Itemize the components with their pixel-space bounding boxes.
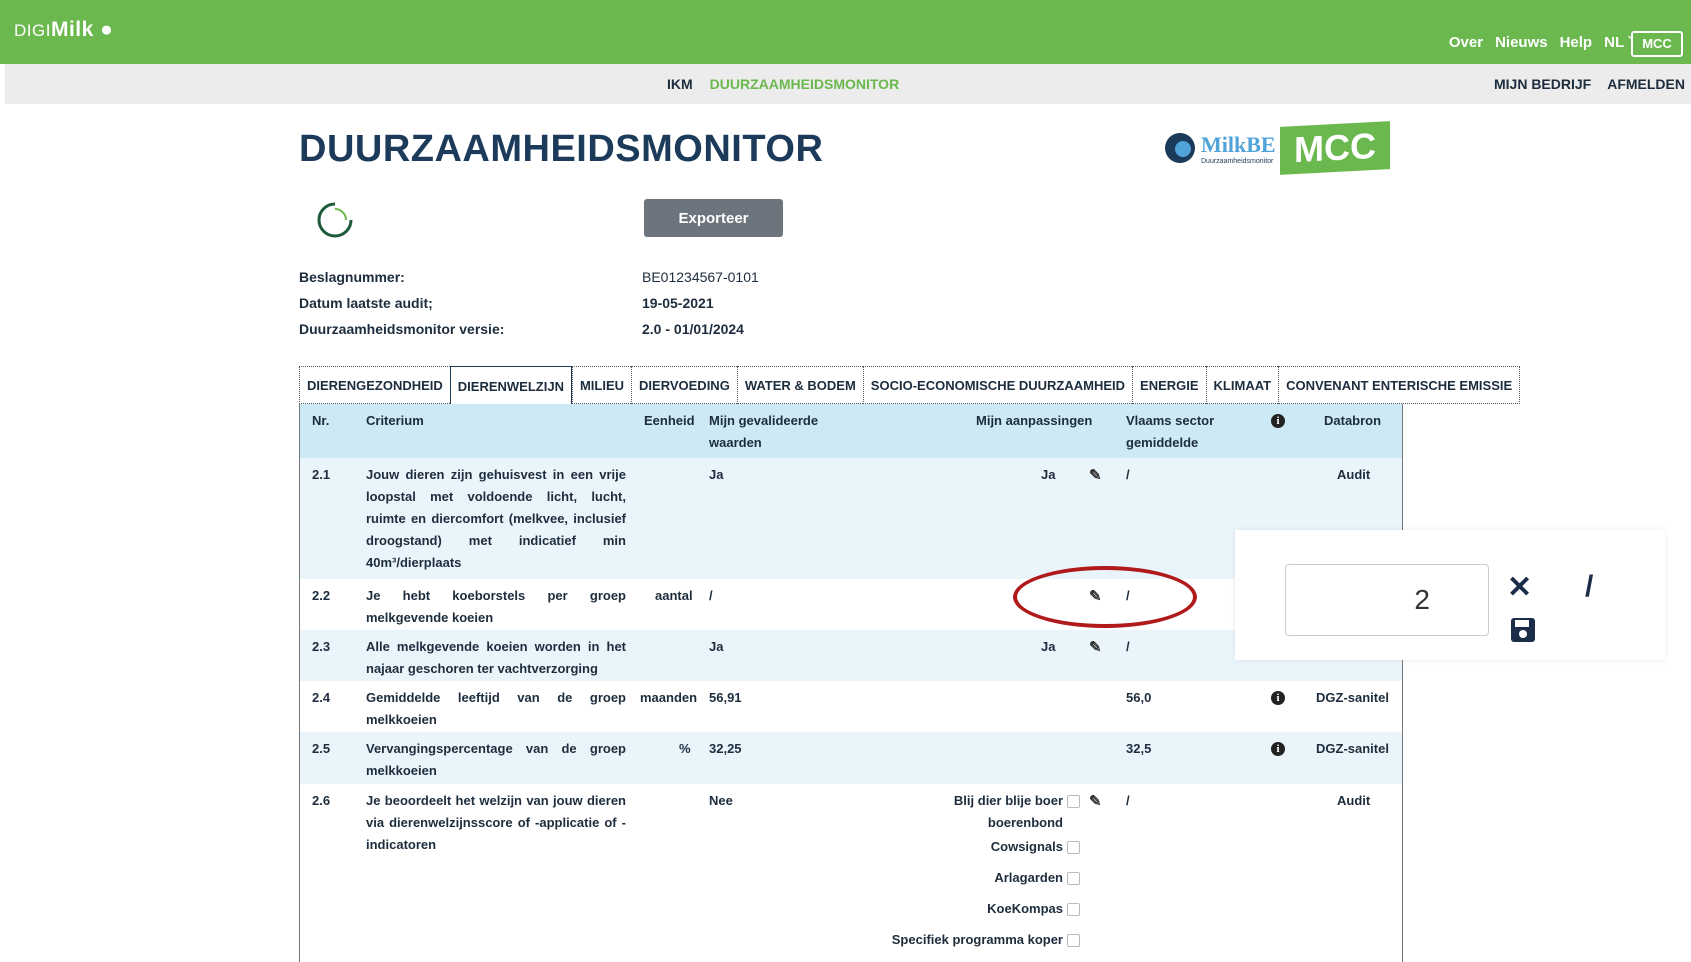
sub-navbar: IKM DUURZAAMHEIDSMONITOR MIJN BEDRIJF AF…: [5, 64, 1691, 104]
audit-date-label: Datum laatste audit;: [299, 295, 433, 311]
table-row: 2.6 Je beoordeelt het welzijn van jouw d…: [300, 784, 1402, 962]
table-header: Nr. Criterium Eenheid Mijn gevalideerde w…: [300, 404, 1402, 458]
top-nav-links: Over Nieuws Help NL ˇ: [1449, 34, 1633, 51]
header-aanpassingen: Mijn aanpassingen: [976, 413, 1093, 428]
top-navbar: DIGIMilk ● Over Nieuws Help NL ˇ MCC: [0, 0, 1691, 64]
tab-convenant[interactable]: CONVENANT ENTERISCHE EMISSIE: [1278, 366, 1521, 404]
info-icon[interactable]: i: [1271, 414, 1285, 428]
category-tabs: DIERENGEZONDHEID DIERENWELZIJN MILIEU DI…: [299, 366, 1521, 406]
milkbe-logo: MilkBE Duurzaamheidsmonitor: [1201, 131, 1276, 165]
header-criterium: Criterium: [366, 413, 424, 428]
digimilk-logo[interactable]: DIGIMilk ●: [14, 18, 113, 42]
header-eenheid: Eenheid: [644, 413, 695, 428]
header-mijn-waarden: Mijn gevalideerde waarden: [709, 413, 819, 450]
header-databron: Databron: [1324, 413, 1382, 428]
edit-pencil-icon[interactable]: ✎: [1089, 638, 1102, 656]
option-specifiek-programma: Specifiek programma koper: [860, 929, 1080, 951]
checkbox-specifiek-programma[interactable]: [1067, 934, 1080, 948]
inline-edit-popover: ✕ /: [1235, 530, 1665, 660]
cancel-x-icon[interactable]: ✕: [1507, 570, 1532, 605]
option-cowsignals: Cowsignals: [900, 836, 1080, 858]
beslagnummer-value: BE01234567-0101: [642, 269, 759, 285]
monitor-version-label: Duurzaamheidsmonitor versie:: [299, 321, 505, 337]
criteria-table: Nr. Criterium Eenheid Mijn gevalideerde w…: [299, 404, 1403, 962]
sector-value-slash: /: [1585, 570, 1594, 603]
nav-nieuws[interactable]: Nieuws: [1495, 34, 1548, 51]
mcc-logo: MCC: [1279, 121, 1390, 175]
header-nr: Nr.: [312, 413, 330, 428]
afmelden-link[interactable]: AFMELDEN: [1607, 76, 1685, 92]
checkbox-arlagarden[interactable]: [1067, 872, 1080, 886]
tab-energie[interactable]: ENERGIE: [1132, 366, 1206, 404]
table-row: 2.4 Gemiddelde leeftijd van de groep mel…: [312, 690, 1389, 727]
milkbe-drop-icon: [1165, 133, 1195, 163]
cow-icon: ●: [93, 18, 114, 41]
checkbox-koekompas[interactable]: [1067, 903, 1080, 917]
tab-water-bodem[interactable]: WATER & BODEM: [736, 366, 863, 404]
export-button[interactable]: Exporteer: [644, 199, 783, 237]
mijn-bedrijf-link[interactable]: MIJN BEDRIJF: [1494, 76, 1591, 92]
edit-value-input[interactable]: [1285, 564, 1489, 636]
beslagnummer-label: Beslagnummer:: [299, 269, 405, 285]
loading-spinner-icon: [317, 202, 353, 238]
save-floppy-icon[interactable]: [1509, 616, 1537, 644]
tab-socio-economische[interactable]: SOCIO-ECONOMISCHE DUURZAAMHEID: [862, 366, 1133, 404]
subnav-ikm[interactable]: IKM: [667, 76, 693, 92]
edit-pencil-icon[interactable]: ✎: [1089, 792, 1102, 810]
nav-over[interactable]: Over: [1449, 34, 1483, 51]
audit-date-value: 19-05-2021: [642, 295, 714, 311]
language-dropdown[interactable]: NL ˇ: [1604, 34, 1633, 51]
monitor-version-value: 2.0 - 01/01/2024: [642, 321, 744, 337]
tab-klimaat[interactable]: KLIMAAT: [1205, 366, 1279, 404]
info-icon[interactable]: i: [1271, 691, 1285, 705]
header-sector: Vlaams sector gemiddelde: [1126, 413, 1215, 450]
option-arlagarden: Arlagarden: [900, 867, 1080, 889]
partner-logos: MilkBE Duurzaamheidsmonitor MCC: [1163, 121, 1390, 175]
table-row: 2.5 Vervangingspercentage van de groep m…: [300, 732, 1402, 784]
nav-help[interactable]: Help: [1560, 34, 1593, 51]
edit-pencil-icon[interactable]: ✎: [1089, 466, 1102, 484]
tab-diergezondheid[interactable]: DIERENGEZONDHEID: [299, 366, 450, 404]
option-blij-dier: Blij dier blije boer boerenbond: [900, 790, 1080, 834]
option-koekompas: KoeKompas: [900, 898, 1080, 920]
mcc-mini-logo[interactable]: MCC: [1631, 31, 1683, 57]
checkbox-blij-dier[interactable]: [1067, 795, 1080, 809]
highlight-ellipse: [1013, 566, 1197, 628]
tab-diervoeding[interactable]: DIERVOEDING: [631, 366, 737, 404]
tab-dierenwelzijn[interactable]: DIERENWELZIJN: [449, 366, 572, 406]
subnav-duurzaamheidsmonitor[interactable]: DUURZAAMHEIDSMONITOR: [710, 76, 900, 92]
page-title: DUURZAAMHEIDSMONITOR: [299, 128, 824, 170]
info-icon[interactable]: i: [1271, 742, 1285, 756]
tab-milieu[interactable]: MILIEU: [571, 366, 632, 404]
checkbox-cowsignals[interactable]: [1067, 841, 1080, 855]
